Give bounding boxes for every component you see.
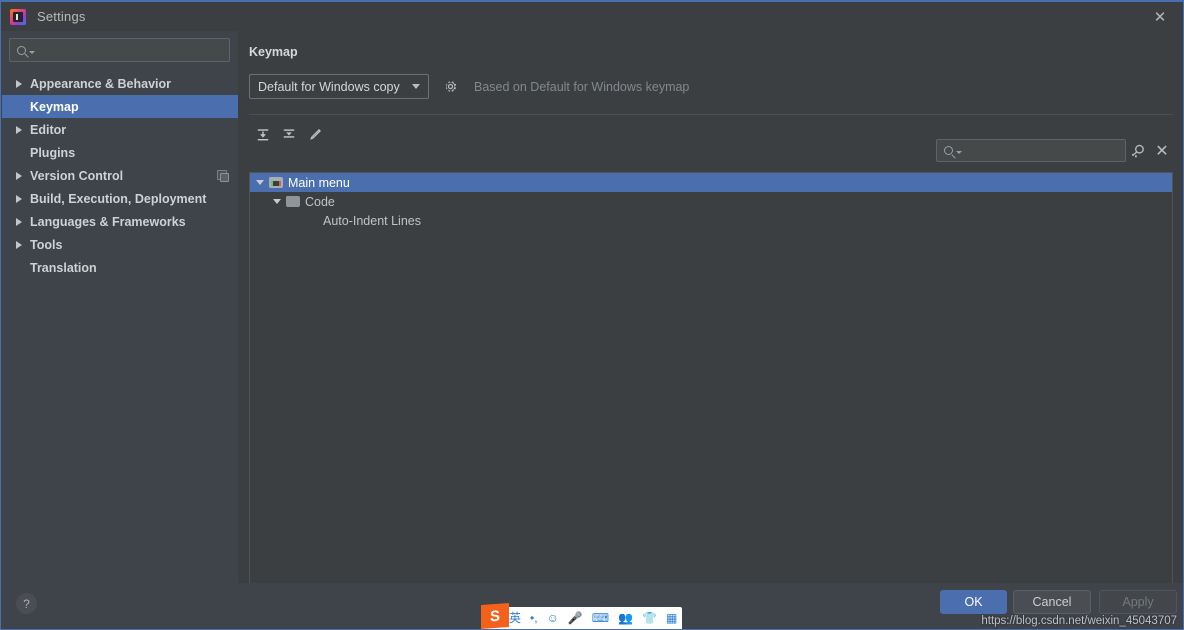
chevron-down-icon[interactable]	[256, 180, 264, 185]
sidebar: Appearance & Behavior Keymap Editor Plug…	[2, 31, 238, 586]
ime-voice-icon[interactable]: 🎤	[568, 612, 583, 624]
project-scope-icon	[217, 170, 229, 182]
sidebar-item-translation[interactable]: Translation	[2, 256, 238, 279]
chevron-right-icon	[16, 217, 22, 226]
folder-icon	[286, 196, 300, 207]
chevron-down-icon	[412, 84, 420, 89]
chevron-right-icon	[16, 194, 22, 203]
table-row[interactable]: Code	[250, 192, 1172, 211]
close-icon[interactable]: ✕	[1150, 139, 1174, 162]
sidebar-item-keymap[interactable]: Keymap	[2, 95, 238, 118]
sidebar-item-label: Plugins	[30, 145, 76, 160]
tree-item-label: Auto-Indent Lines	[323, 213, 421, 228]
keymap-based-on-label: Based on Default for Windows keymap	[474, 79, 690, 94]
chevron-down-icon	[956, 151, 962, 154]
window-title: Settings	[37, 9, 86, 24]
ok-button[interactable]: OK	[940, 590, 1007, 614]
sidebar-item-appearance-behavior[interactable]: Appearance & Behavior	[2, 72, 238, 95]
divider	[249, 114, 1173, 115]
cancel-button[interactable]: Cancel	[1013, 590, 1091, 614]
settings-dialog: Settings ✕ Appearance & Behavior Keymap …	[0, 0, 1184, 630]
help-icon[interactable]: ?	[16, 593, 37, 614]
ime-keyboard-icon[interactable]: ⌨	[592, 612, 609, 624]
keymap-panel: Keymap Default for Windows copy Based on…	[238, 31, 1183, 609]
ime-language-icon[interactable]: 英	[509, 612, 521, 624]
ime-emoji-icon[interactable]: ☺	[547, 612, 559, 624]
sidebar-item-build-execution-deployment[interactable]: Build, Execution, Deployment	[2, 187, 238, 210]
edit-shortcut-icon[interactable]	[302, 124, 328, 146]
find-by-shortcut-icon[interactable]	[1126, 139, 1150, 162]
chevron-right-icon	[16, 125, 22, 134]
ime-toolbox-icon[interactable]: ▦	[666, 612, 677, 624]
chevron-down-icon[interactable]	[273, 199, 281, 204]
sogou-logo-icon[interactable]: S	[481, 603, 509, 629]
table-row[interactable]: Auto-Indent Lines	[250, 211, 1172, 230]
main-menu-folder-icon	[269, 177, 283, 188]
tree-search-area: ✕	[936, 139, 1174, 162]
chevron-right-icon	[16, 171, 22, 180]
sidebar-item-label: Editor	[30, 122, 67, 137]
sidebar-item-label: Translation	[30, 260, 97, 275]
sidebar-item-tools[interactable]: Tools	[2, 233, 238, 256]
sidebar-item-label: Version Control	[30, 168, 124, 183]
title-bar: Settings ✕	[1, 2, 1183, 31]
sidebar-item-plugins[interactable]: Plugins	[2, 141, 238, 164]
close-icon[interactable]: ✕	[1137, 2, 1183, 31]
sidebar-item-version-control[interactable]: Version Control	[2, 164, 238, 187]
search-icon	[944, 146, 953, 155]
collapse-all-icon[interactable]	[276, 124, 302, 146]
shortcut-tree: Main menu Code Auto-Indent Lines	[249, 172, 1173, 609]
chevron-down-icon	[29, 50, 35, 54]
tree-item-label: Code	[305, 194, 335, 209]
gear-icon[interactable]	[443, 79, 458, 94]
keymap-select[interactable]: Default for Windows copy	[249, 74, 429, 99]
ime-punctuation-icon[interactable]: •,	[530, 612, 538, 624]
tree-search-input[interactable]	[936, 139, 1126, 162]
search-icon	[17, 45, 26, 55]
expand-all-icon[interactable]	[250, 124, 276, 146]
ime-account-icon[interactable]: 👥	[618, 612, 633, 624]
intellij-idea-logo-icon	[10, 8, 26, 25]
ime-toolbar: S 英 •, ☺ 🎤 ⌨ 👥 👕 ▦	[481, 603, 683, 629]
page-title: Keymap	[249, 45, 298, 59]
sidebar-item-languages-frameworks[interactable]: Languages & Frameworks	[2, 210, 238, 233]
chevron-right-icon	[16, 240, 22, 249]
sidebar-item-label: Tools	[30, 237, 63, 252]
tree-item-label: Main menu	[288, 175, 350, 190]
sidebar-item-label: Keymap	[30, 99, 79, 114]
sidebar-item-label: Appearance & Behavior	[30, 76, 172, 91]
keymap-select-value: Default for Windows copy	[258, 79, 400, 94]
ime-skin-icon[interactable]: 👕	[642, 612, 657, 624]
chevron-right-icon	[16, 79, 22, 88]
apply-button[interactable]: Apply	[1099, 590, 1177, 614]
sidebar-item-editor[interactable]: Editor	[2, 118, 238, 141]
sidebar-search-input[interactable]	[9, 38, 230, 62]
keymap-controls-row: Default for Windows copy Based on Defaul…	[249, 74, 1183, 99]
sidebar-list: Appearance & Behavior Keymap Editor Plug…	[2, 72, 238, 279]
sidebar-item-label: Build, Execution, Deployment	[30, 191, 207, 206]
sidebar-item-label: Languages & Frameworks	[30, 214, 186, 229]
table-row[interactable]: Main menu	[250, 173, 1172, 192]
